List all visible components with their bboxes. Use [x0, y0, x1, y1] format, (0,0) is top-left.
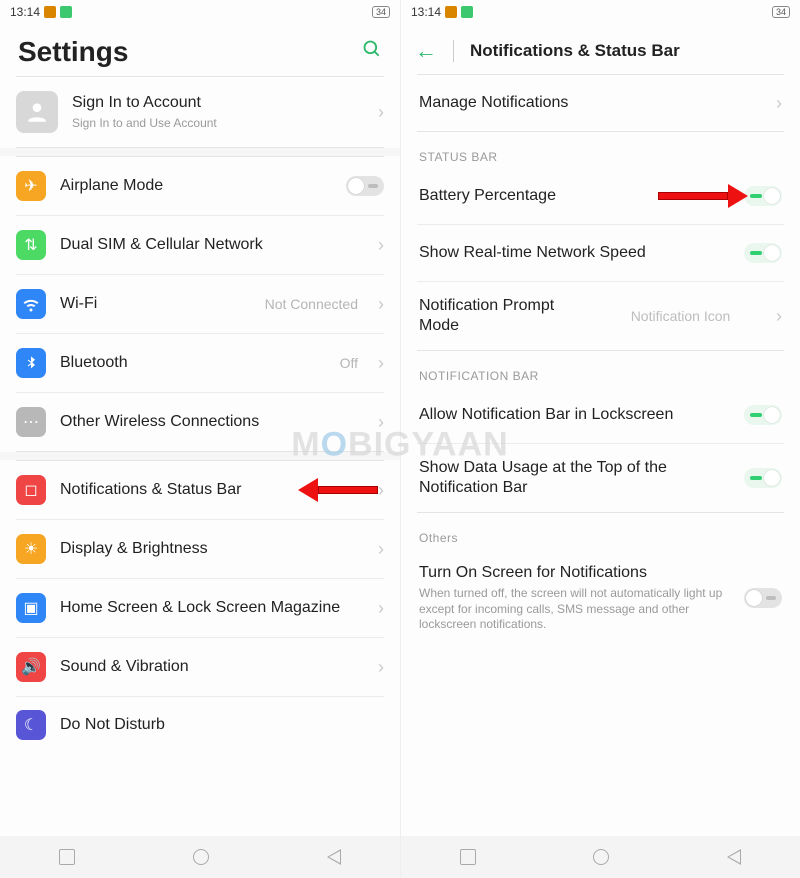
wifi-icon [16, 289, 46, 319]
page-header: Settings [0, 24, 400, 76]
sound-vibration-row[interactable]: 🔊 Sound & Vibration › [0, 638, 400, 696]
row-label: Notification Prompt Mode [419, 296, 589, 336]
bluetooth-row[interactable]: Bluetooth Off › [0, 334, 400, 392]
chevron-right-icon: › [378, 598, 384, 619]
section-others: Others [401, 513, 800, 549]
turn-on-screen-row[interactable]: Turn On Screen for Notifications When tu… [401, 549, 800, 647]
nav-home[interactable] [593, 849, 609, 865]
row-label: Show Data Usage at the Top of the Notifi… [419, 458, 732, 498]
notifications-status-bar-row[interactable]: ◻ Notifications & Status Bar › [0, 461, 400, 519]
chevron-right-icon: › [378, 412, 384, 433]
chevron-right-icon: › [378, 294, 384, 315]
status-bar: 13:14 34 [401, 0, 800, 24]
nav-back[interactable] [327, 849, 341, 865]
row-label: Show Real-time Network Speed [419, 243, 732, 263]
status-app-icon [44, 6, 56, 18]
battery-percentage-toggle[interactable] [744, 186, 782, 206]
row-label: Other Wireless Connections [60, 412, 364, 432]
row-label: Dual SIM & Cellular Network [60, 235, 364, 255]
data-usage-toggle[interactable] [744, 468, 782, 488]
section-status-bar: STATUS BAR [401, 132, 800, 168]
section-notification-bar: NOTIFICATION BAR [401, 351, 800, 387]
network-speed-toggle[interactable] [744, 243, 782, 263]
divider [453, 40, 454, 62]
left-screen: 13:14 34 Settings Sign In to Account Sig… [0, 0, 400, 878]
lockscreen-bar-row[interactable]: Allow Notification Bar in Lockscreen [401, 387, 800, 443]
page-title: Notifications & Status Bar [470, 41, 680, 61]
row-value: Notification Icon [631, 308, 731, 324]
home-screen-icon: ▣ [16, 593, 46, 623]
network-speed-row[interactable]: Show Real-time Network Speed [401, 225, 800, 281]
sim-icon: ⇅ [16, 230, 46, 260]
row-label: Airplane Mode [60, 176, 332, 196]
battery-percentage: 34 [372, 6, 390, 18]
other-wireless-row[interactable]: ⋯ Other Wireless Connections › [0, 393, 400, 451]
clock-text: 13:14 [10, 5, 40, 19]
status-app-icon [445, 6, 457, 18]
chevron-right-icon: › [378, 539, 384, 560]
right-screen: 13:14 34 ← Notifications & Status Bar Ma… [400, 0, 800, 878]
chevron-right-icon: › [378, 235, 384, 256]
row-label: Display & Brightness [60, 539, 364, 559]
chevron-right-icon: › [378, 480, 384, 501]
lockscreen-bar-toggle[interactable] [744, 405, 782, 425]
row-label: Home Screen & Lock Screen Magazine [60, 598, 364, 618]
nav-recents[interactable] [59, 849, 75, 865]
chevron-right-icon: › [378, 353, 384, 374]
sign-in-title: Sign In to Account [72, 93, 364, 113]
sign-in-sub: Sign In to and Use Account [72, 116, 364, 132]
clock-text: 13:14 [411, 5, 441, 19]
row-value: Off [340, 355, 358, 371]
sign-in-row[interactable]: Sign In to Account Sign In to and Use Ac… [0, 77, 400, 147]
row-value: Not Connected [265, 296, 358, 312]
sound-icon: 🔊 [16, 652, 46, 682]
status-app-icon [60, 6, 72, 18]
nav-bar [401, 836, 800, 878]
airplane-mode-row[interactable]: ✈ Airplane Mode [0, 157, 400, 215]
row-label: Bluetooth [60, 353, 326, 373]
battery-percentage: 34 [772, 6, 790, 18]
row-label: Manage Notifications [419, 93, 764, 113]
home-lock-screen-row[interactable]: ▣ Home Screen & Lock Screen Magazine › [0, 579, 400, 637]
nav-home[interactable] [193, 849, 209, 865]
row-label: Turn On Screen for Notifications [419, 563, 732, 583]
chevron-right-icon: › [776, 306, 782, 327]
nav-recents[interactable] [460, 849, 476, 865]
status-app-icon [461, 6, 473, 18]
chevron-right-icon: › [378, 657, 384, 678]
row-label: Notifications & Status Bar [60, 480, 364, 500]
brightness-icon: ☀ [16, 534, 46, 564]
battery-percentage-row[interactable]: Battery Percentage [401, 168, 800, 224]
page-title: Settings [18, 36, 128, 68]
status-bar: 13:14 34 [0, 0, 400, 24]
do-not-disturb-row[interactable]: ☾ Do Not Disturb [0, 697, 400, 753]
airplane-icon: ✈ [16, 171, 46, 201]
avatar-icon [16, 91, 58, 133]
wifi-row[interactable]: Wi-Fi Not Connected › [0, 275, 400, 333]
page-header: ← Notifications & Status Bar [401, 24, 800, 74]
data-usage-row[interactable]: Show Data Usage at the Top of the Notifi… [401, 444, 800, 512]
row-label: Sound & Vibration [60, 657, 364, 677]
turn-on-screen-toggle[interactable] [744, 588, 782, 608]
manage-notifications-row[interactable]: Manage Notifications › [401, 75, 800, 131]
notifications-icon: ◻ [16, 475, 46, 505]
dual-sim-row[interactable]: ⇅ Dual SIM & Cellular Network › [0, 216, 400, 274]
row-label: Wi-Fi [60, 294, 251, 314]
row-sub: When turned off, the screen will not aut… [419, 586, 732, 633]
row-label: Battery Percentage [419, 186, 732, 206]
airplane-toggle[interactable] [346, 176, 384, 196]
bluetooth-icon [16, 348, 46, 378]
chevron-right-icon: › [776, 93, 782, 114]
prompt-mode-row[interactable]: Notification Prompt Mode Notification Ic… [401, 282, 800, 350]
more-icon: ⋯ [16, 407, 46, 437]
row-label: Do Not Disturb [60, 715, 384, 735]
display-brightness-row[interactable]: ☀ Display & Brightness › [0, 520, 400, 578]
dnd-icon: ☾ [16, 710, 46, 740]
chevron-right-icon: › [378, 102, 384, 123]
nav-bar [0, 836, 400, 878]
nav-back[interactable] [727, 849, 741, 865]
row-label: Allow Notification Bar in Lockscreen [419, 405, 732, 425]
search-icon[interactable] [362, 39, 382, 65]
back-icon[interactable]: ← [415, 38, 437, 64]
